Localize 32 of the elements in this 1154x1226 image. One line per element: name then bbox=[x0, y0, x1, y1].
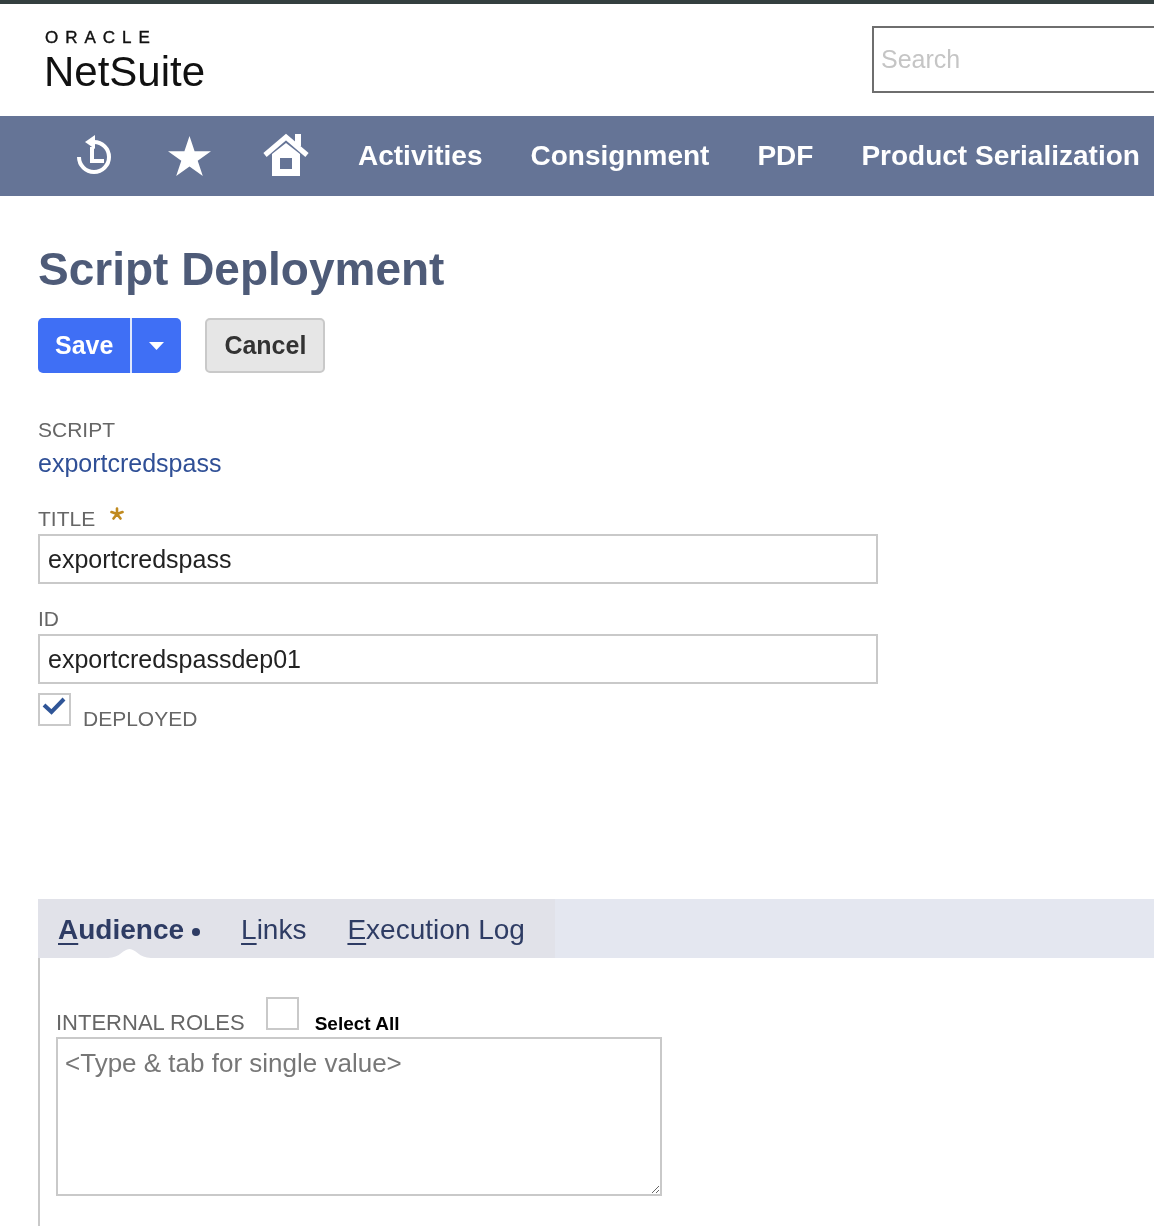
page-title: Script Deployment bbox=[38, 242, 445, 297]
select-all-label: Select All bbox=[314, 1012, 400, 1036]
star-icon[interactable] bbox=[168, 136, 211, 176]
subtab[interactable]: Links bbox=[221, 899, 328, 958]
save-button[interactable]: Save bbox=[38, 318, 131, 373]
roles-field[interactable]: <Type & tab for single value> bbox=[56, 1037, 662, 1196]
caret-icon bbox=[149, 341, 165, 350]
text-field[interactable]: exportcredspass bbox=[38, 534, 878, 584]
nav-link[interactable]: Consignment bbox=[530, 139, 710, 173]
nav-link[interactable]: PDF bbox=[757, 139, 814, 173]
field-label: SCRIPT bbox=[38, 417, 115, 443]
checkmark-icon bbox=[42, 697, 66, 715]
subtab[interactable]: Audience bbox=[38, 899, 222, 958]
field-label: TITLE bbox=[38, 506, 96, 532]
dot-icon bbox=[192, 927, 201, 936]
deployed-checkbox[interactable] bbox=[38, 693, 71, 726]
checkbox-label: DEPLOYED bbox=[83, 706, 198, 732]
field-label: ID bbox=[38, 606, 59, 632]
script-link[interactable]: exportcredspass bbox=[38, 448, 222, 478]
search-field[interactable]: Search bbox=[872, 26, 1154, 93]
oracle-wordmark: ORACLE bbox=[45, 29, 157, 47]
cancel-button[interactable]: Cancel bbox=[205, 318, 326, 373]
home-icon[interactable] bbox=[262, 132, 310, 176]
netsuite-wordmark: NetSuite bbox=[44, 50, 206, 94]
select-all-checkbox[interactable] bbox=[265, 997, 299, 1030]
selected-pointer-icon bbox=[108, 949, 151, 958]
text-field[interactable]: exportcredspassdep01 bbox=[38, 634, 878, 684]
nav-link[interactable]: Product Serialization bbox=[861, 139, 1140, 173]
save-options-button[interactable] bbox=[130, 318, 182, 373]
nav-link[interactable]: Activities bbox=[358, 139, 483, 173]
subtab[interactable]: Execution Log bbox=[327, 899, 546, 958]
field-label: INTERNAL ROLES bbox=[56, 1010, 245, 1036]
